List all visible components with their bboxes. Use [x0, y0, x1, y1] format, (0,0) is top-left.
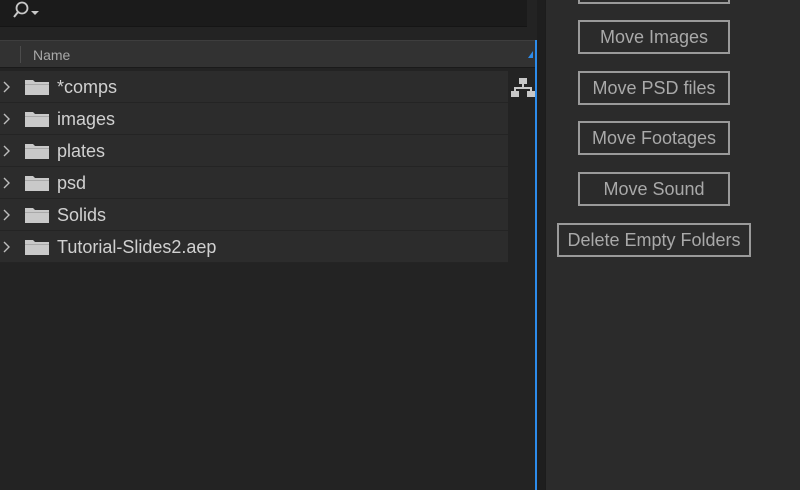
item-label: *comps	[57, 77, 118, 97]
chevron-right-icon[interactable]	[2, 112, 12, 126]
item-label: psd	[57, 173, 87, 193]
search-dropdown-icon[interactable]	[12, 0, 48, 22]
folder-icon	[25, 80, 49, 95]
project-panel: Name *comps images plates psd Solids Tut…	[0, 0, 537, 490]
chevron-right-icon[interactable]	[2, 176, 12, 190]
move-sound-button[interactable]: Move Sound	[578, 172, 730, 206]
column-header[interactable]: Name	[0, 40, 535, 68]
delete-empty-folders-button[interactable]: Delete Empty Folders	[557, 223, 751, 257]
clipped-button[interactable]	[578, 0, 730, 4]
folder-icon	[25, 144, 49, 159]
list-item[interactable]: Solids	[0, 199, 508, 231]
column-divider	[20, 46, 21, 63]
folder-icon	[25, 240, 49, 255]
flowchart-icon[interactable]	[511, 77, 535, 99]
chevron-right-icon[interactable]	[2, 208, 12, 222]
chevron-right-icon[interactable]	[2, 80, 12, 94]
list-item[interactable]: images	[0, 103, 508, 135]
search-bar[interactable]	[0, 0, 527, 27]
item-label: Tutorial-Slides2.aep	[57, 237, 217, 257]
list-item[interactable]: Tutorial-Slides2.aep	[0, 231, 508, 263]
panel-gap	[537, 0, 545, 490]
item-label: images	[57, 109, 116, 129]
name-column-label: Name	[33, 47, 71, 63]
list-item[interactable]: *comps	[0, 71, 508, 103]
move-psd-files-button[interactable]: Move PSD files	[578, 71, 730, 105]
item-label: plates	[57, 141, 106, 161]
folder-icon	[25, 208, 49, 223]
list-item[interactable]: plates	[0, 135, 508, 167]
move-images-button[interactable]: Move Images	[578, 20, 730, 54]
chevron-right-icon[interactable]	[2, 144, 12, 158]
project-item-list: *comps images plates psd Solids Tutorial…	[0, 71, 508, 263]
folder-icon	[25, 112, 49, 127]
list-item[interactable]: psd	[0, 167, 508, 199]
chevron-right-icon[interactable]	[2, 240, 12, 254]
sort-indicator-icon	[528, 51, 533, 58]
script-panel: Move Images Move PSD files Move Footages…	[545, 0, 800, 490]
item-label: Solids	[57, 205, 107, 225]
move-footages-button[interactable]: Move Footages	[578, 121, 730, 155]
folder-icon	[25, 176, 49, 191]
